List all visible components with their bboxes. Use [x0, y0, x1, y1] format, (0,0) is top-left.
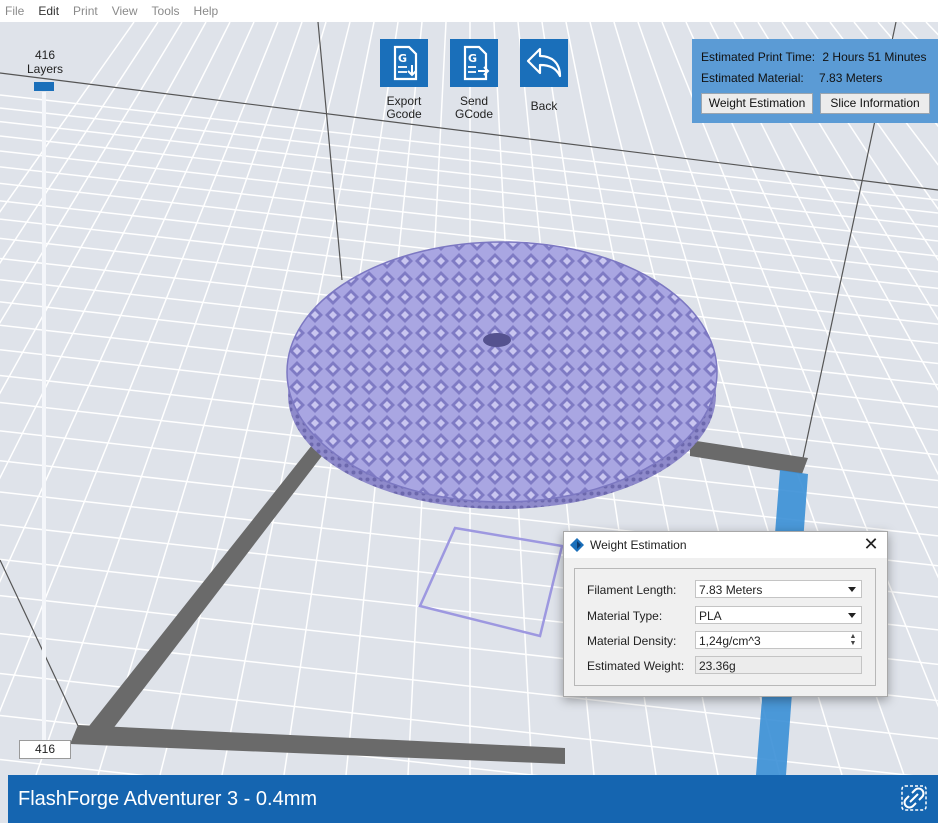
slice-information-button[interactable]: Slice Information [820, 93, 930, 114]
back-label: Back [530, 99, 558, 113]
connection-link-icon[interactable] [901, 785, 927, 811]
print-time-value: 2 Hours 51 Minutes [822, 50, 927, 64]
close-icon[interactable]: ✕ [862, 535, 880, 553]
material-row: Estimated Material: 7.83 Meters [701, 71, 882, 85]
send-gcode-label-2: GCode [454, 107, 494, 121]
spinner-arrows-icon[interactable]: ▲ ▼ [849, 633, 857, 647]
layers-label: Layers [26, 62, 64, 76]
export-gcode-label-2: Gcode [386, 107, 422, 121]
chevron-down-icon [848, 587, 856, 592]
app-logo-icon [570, 538, 584, 552]
weight-estimation-dialog: Weight Estimation ✕ Filament Length: 7.8… [563, 531, 888, 697]
send-gcode-button[interactable]: G Send GCode [448, 39, 500, 121]
chevron-down-icon [848, 613, 856, 618]
estimated-weight-field: 23.36g [695, 656, 862, 674]
material-label: Estimated Material: [701, 71, 804, 85]
estimated-weight-label: Estimated Weight: [587, 659, 685, 673]
printer-name: FlashForge Adventurer 3 - 0.4mm [18, 788, 318, 810]
back-arrow-icon [520, 39, 568, 87]
menu-tools[interactable]: Tools [146, 4, 188, 18]
svg-text:G: G [468, 52, 477, 65]
layer-slider-handle[interactable] [34, 82, 54, 91]
layer-count: 416 [34, 48, 56, 62]
status-bar: FlashForge Adventurer 3 - 0.4mm [8, 775, 938, 823]
export-gcode-button[interactable]: G Export Gcode [378, 39, 430, 121]
dialog-title: Weight Estimation [590, 538, 687, 552]
layer-count-label: 416 Layers [20, 48, 70, 76]
menu-view[interactable]: View [106, 4, 146, 18]
material-type-select[interactable]: PLA [695, 606, 862, 624]
material-density-spinbox[interactable]: 1,24g/cm^3 ▲ ▼ [695, 631, 862, 649]
back-button[interactable]: Back [518, 39, 570, 113]
svg-text:G: G [398, 52, 407, 65]
menu-edit[interactable]: Edit [32, 4, 67, 18]
material-density-label: Material Density: [587, 634, 677, 648]
weight-form-group: Filament Length: 7.83 Meters Material Ty… [574, 568, 876, 686]
send-gcode-icon: G [450, 39, 498, 87]
filament-length-select[interactable]: 7.83 Meters [695, 580, 862, 598]
material-value: 7.83 Meters [819, 71, 883, 85]
menu-print[interactable]: Print [67, 4, 106, 18]
filament-length-value: 7.83 Meters [699, 583, 763, 597]
filament-length-label: Filament Length: [587, 583, 677, 597]
material-type-label: Material Type: [587, 609, 663, 623]
export-gcode-icon: G [380, 39, 428, 87]
estimated-weight-value: 23.36g [699, 659, 736, 673]
sliced-model [286, 241, 718, 509]
print-time-row: Estimated Print Time: 2 Hours 51 Minutes [701, 50, 926, 64]
menu-help[interactable]: Help [188, 4, 227, 18]
current-layer-input[interactable]: 416 [19, 740, 71, 759]
estimate-info-panel: Estimated Print Time: 2 Hours 51 Minutes… [692, 39, 938, 123]
menu-bar: File Edit Print View Tools Help [0, 0, 938, 22]
weight-estimation-button[interactable]: Weight Estimation [701, 93, 813, 114]
print-time-label: Estimated Print Time: [701, 50, 816, 64]
menu-file[interactable]: File [0, 4, 32, 18]
material-type-value: PLA [699, 609, 722, 623]
material-density-value: 1,24g/cm^3 [699, 634, 761, 648]
dialog-titlebar: Weight Estimation ✕ [564, 532, 887, 558]
layer-slider-track[interactable] [42, 92, 46, 740]
